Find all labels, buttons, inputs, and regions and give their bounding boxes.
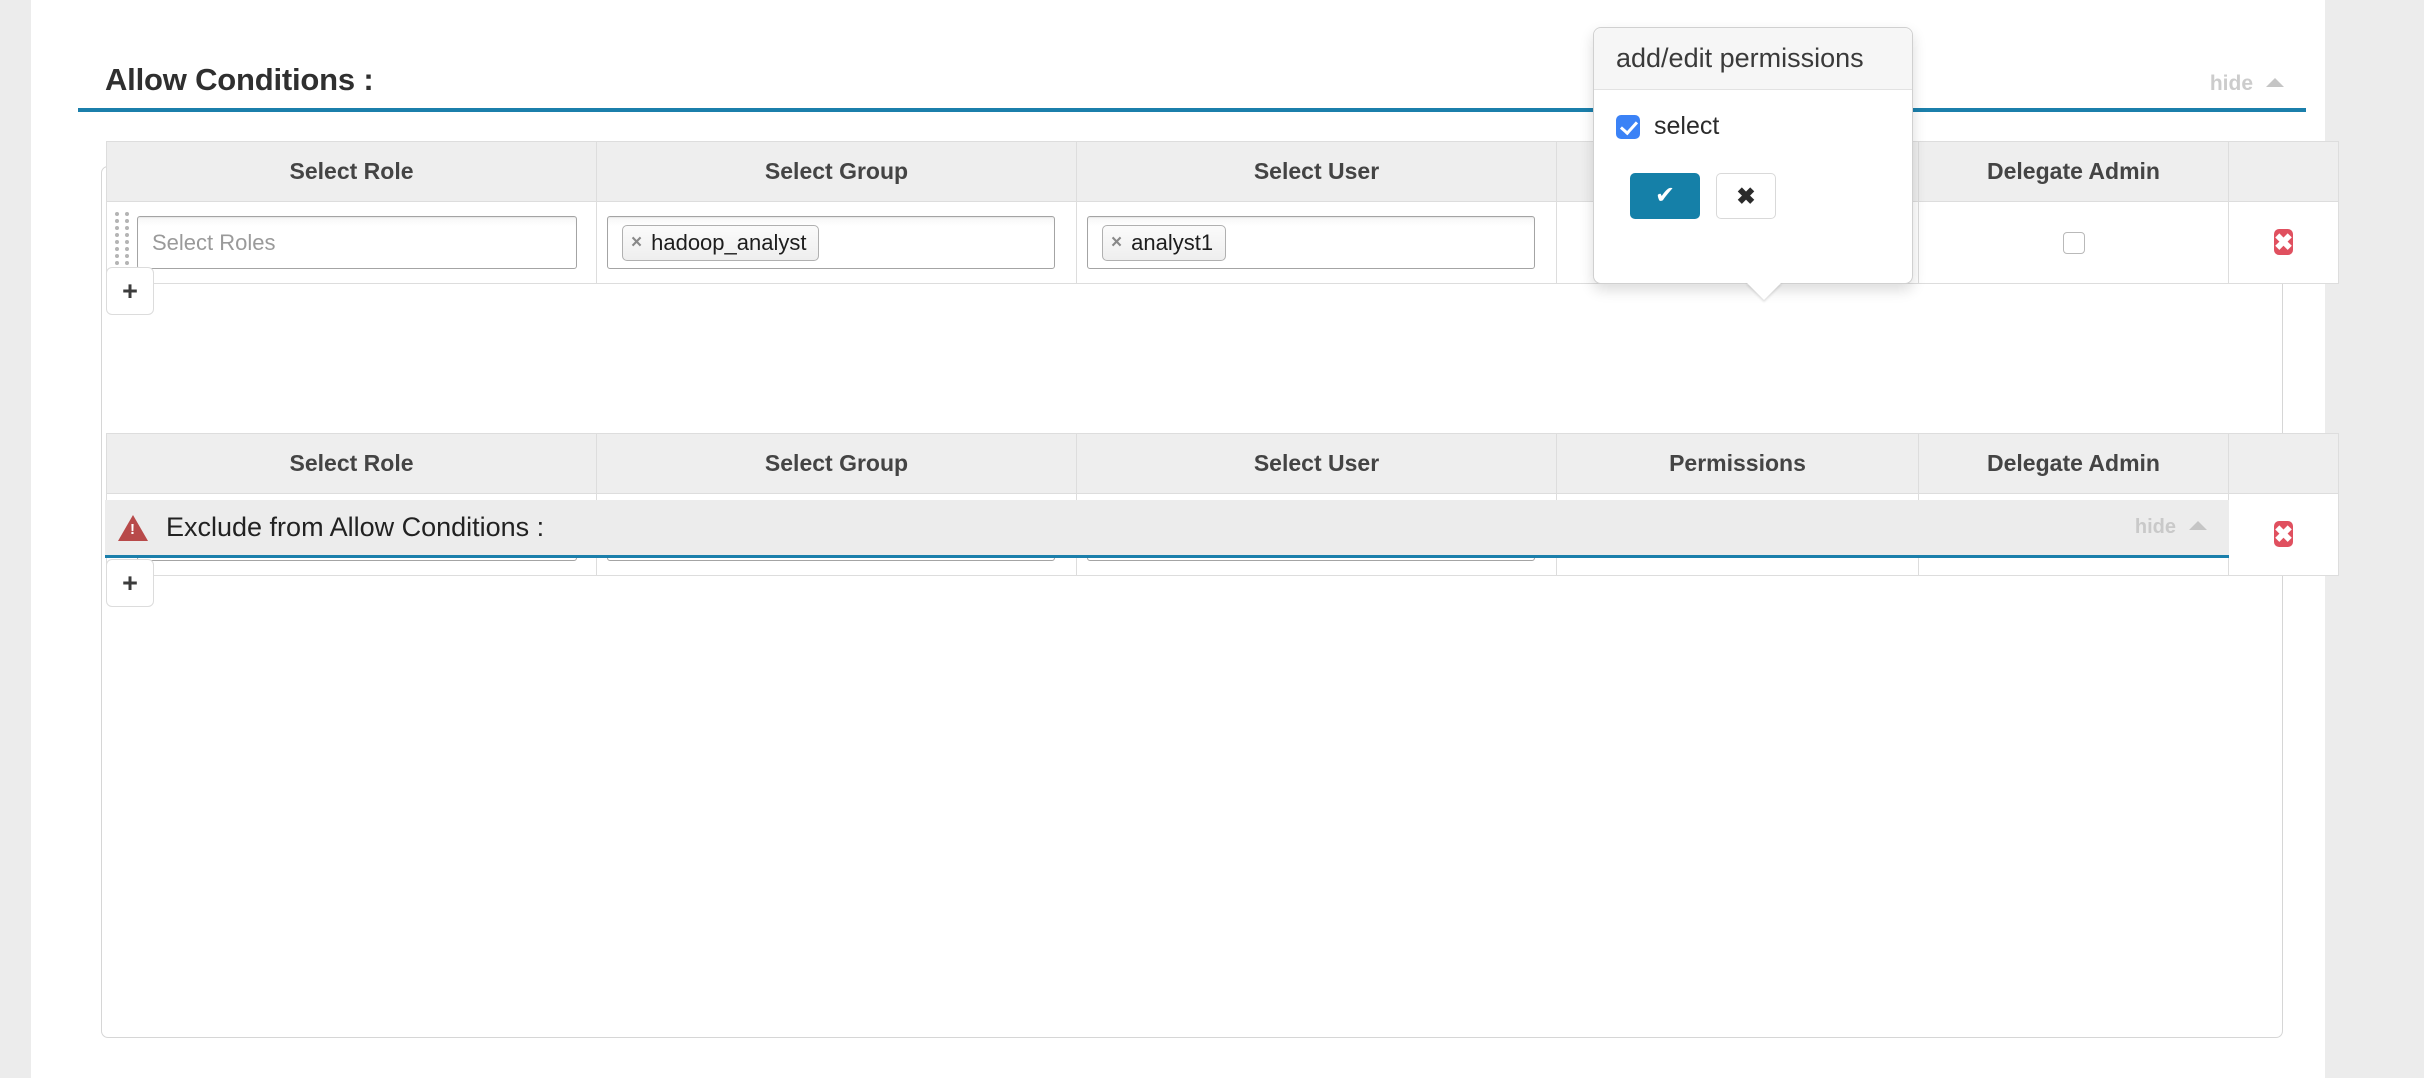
hide-label: hide [2210, 72, 2253, 96]
popover-confirm-button[interactable]: ✔ [1630, 173, 1700, 219]
select-users-input[interactable]: × analyst1 [1087, 216, 1535, 269]
column-header-select-group: Select Group [597, 142, 1077, 202]
select-permission-label: select [1654, 112, 1719, 141]
cell-actions: ✖ [2229, 494, 2339, 576]
table-header-row: Select Role Select Group Select User Per… [107, 142, 2339, 202]
cell-select-group: × hadoop_analyst [597, 202, 1077, 284]
chip-label: hadoop_analyst [651, 230, 806, 256]
select-permission-checkbox[interactable] [1616, 115, 1640, 139]
add-exclude-condition-row-button[interactable]: + [106, 559, 154, 607]
column-header-select-user: Select User [1077, 142, 1557, 202]
table-header-row: Select Role Select Group Select User Per… [107, 434, 2339, 494]
chip-label: analyst1 [1131, 230, 1213, 256]
group-chip[interactable]: × hadoop_analyst [622, 225, 819, 261]
allow-conditions-header: Allow Conditions : hide [78, 62, 2306, 112]
exclude-conditions-title: Exclude from Allow Conditions : [166, 512, 544, 543]
column-header-select-role: Select Role [107, 142, 597, 202]
user-chip[interactable]: × analyst1 [1102, 225, 1226, 261]
chip-remove-icon[interactable]: × [1111, 232, 1122, 254]
chevron-up-icon [2189, 521, 2207, 530]
close-icon: ✖ [1736, 183, 1755, 210]
column-header-actions [2229, 142, 2339, 202]
conditions-panel: Select Role Select Group Select User Per… [101, 166, 2283, 1038]
cell-delegate-admin [1919, 202, 2229, 284]
page-surface: Allow Conditions : hide Select Role Sele… [31, 0, 2325, 1078]
column-header-select-role: Select Role [107, 434, 597, 494]
select-groups-input[interactable]: × hadoop_analyst [607, 216, 1055, 269]
delegate-admin-checkbox[interactable] [2063, 232, 2085, 254]
cell-select-user: × analyst1 [1077, 202, 1557, 284]
delete-row-button[interactable]: ✖ [2274, 521, 2293, 547]
popover-actions: ✔ ✖ [1616, 173, 1890, 219]
hide-label: hide [2135, 516, 2176, 539]
popover-cancel-button[interactable]: ✖ [1716, 173, 1776, 219]
column-header-permissions: Permissions [1557, 434, 1919, 494]
select-roles-placeholder: Select Roles [146, 230, 276, 256]
permission-option-select[interactable]: select [1616, 112, 1890, 141]
cell-actions: ✖ [2229, 202, 2339, 284]
column-header-actions [2229, 434, 2339, 494]
popover-arrow [1746, 282, 1782, 300]
allow-conditions-table: Select Role Select Group Select User Per… [106, 141, 2339, 284]
warning-triangle-icon [118, 515, 148, 541]
delete-row-button[interactable]: ✖ [2274, 229, 2293, 255]
chip-remove-icon[interactable]: × [631, 232, 642, 254]
column-header-select-user: Select User [1077, 434, 1557, 494]
add-edit-permissions-popover: add/edit permissions select ✔ ✖ [1593, 27, 1913, 284]
column-header-delegate-admin: Delegate Admin [1919, 434, 2229, 494]
allow-conditions-hide-toggle[interactable]: hide [2210, 72, 2284, 96]
page-title: Allow Conditions : [105, 62, 373, 98]
drag-handle-icon[interactable] [115, 212, 131, 273]
select-roles-input[interactable]: Select Roles [137, 216, 577, 269]
column-header-delegate-admin: Delegate Admin [1919, 142, 2229, 202]
popover-title: add/edit permissions [1594, 28, 1912, 90]
add-allow-condition-row-button[interactable]: + [106, 267, 154, 315]
popover-body: select ✔ ✖ [1594, 90, 1912, 219]
table-row: Select Roles × hadoop_analyst [107, 202, 2339, 284]
exclude-conditions-header: Exclude from Allow Conditions : hide [105, 500, 2229, 558]
cell-select-role: Select Roles [107, 202, 597, 284]
column-header-select-group: Select Group [597, 434, 1077, 494]
exclude-conditions-hide-toggle[interactable]: hide [2135, 516, 2207, 539]
check-icon: ✔ [1655, 184, 1675, 208]
chevron-up-icon [2266, 78, 2284, 87]
